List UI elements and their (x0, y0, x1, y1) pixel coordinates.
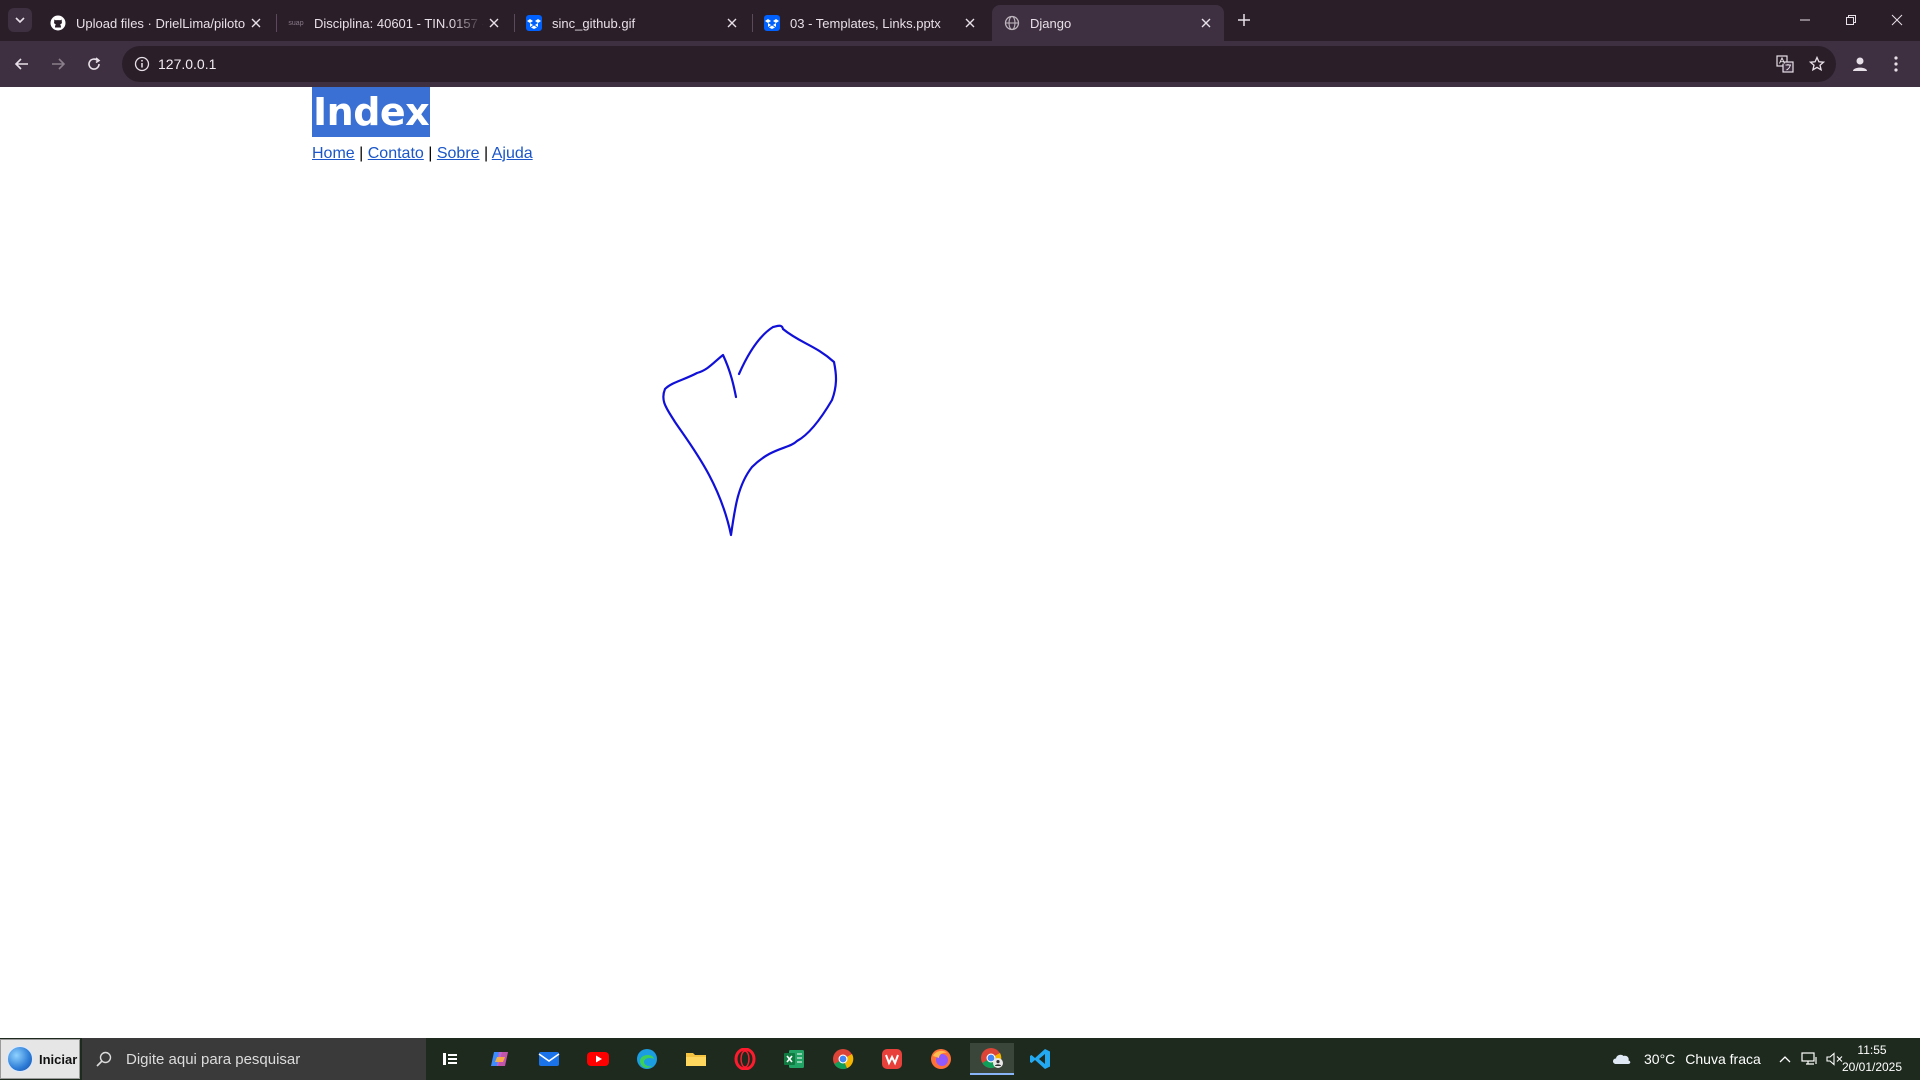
arrow-right-icon (52, 58, 66, 70)
drawn-stroke (662, 324, 838, 537)
minimize-icon (1800, 19, 1810, 21)
copilot-icon[interactable] (480, 1043, 520, 1075)
chevron-down-icon (15, 17, 25, 24)
chevron-up-icon[interactable] (1776, 1055, 1794, 1063)
taskbar-search[interactable]: Digite aqui para pesquisar (82, 1038, 426, 1080)
weather-desc: Chuva fraca (1685, 1051, 1761, 1067)
tab-title: 03 - Templates, Links.pptx (790, 15, 941, 31)
heart-drawing (662, 324, 838, 537)
cloud-rain-icon (1613, 1054, 1631, 1064)
network-icon[interactable] (1798, 1052, 1822, 1066)
tab-disciplina[interactable]: suap Disciplina: 40601 - TIN.0157 - P (276, 5, 512, 41)
weather-temp: 30°C (1644, 1051, 1676, 1067)
excel-icon[interactable] (774, 1043, 814, 1075)
opera-icon[interactable] (725, 1043, 765, 1075)
browser-toolbar: 127.0.0.1 (0, 41, 1920, 87)
tab-django[interactable]: Django (992, 5, 1224, 41)
firefox-icon[interactable] (921, 1043, 961, 1075)
close-icon[interactable] (484, 13, 504, 33)
search-icon (94, 1049, 114, 1069)
arrow-left-icon (14, 58, 28, 70)
tab-sinc-github[interactable]: sinc_github.gif (514, 5, 750, 41)
profile-button[interactable] (1846, 50, 1874, 78)
bookmark-star-icon[interactable] (1806, 53, 1828, 75)
close-icon[interactable] (246, 13, 266, 33)
edge-icon[interactable] (627, 1043, 667, 1075)
tab-title: Disciplina: 40601 - TIN.0157 - P (314, 15, 484, 31)
avatar-icon (1853, 57, 1867, 71)
close-window-button[interactable] (1874, 0, 1920, 40)
youtube-icon[interactable] (578, 1043, 618, 1075)
restore-icon (1846, 15, 1856, 25)
restore-button[interactable] (1828, 0, 1874, 40)
github-icon (50, 15, 66, 31)
clock-time: 11:55 (1857, 1043, 1887, 1057)
tray-icons (1776, 1038, 1846, 1080)
close-icon[interactable] (960, 13, 980, 33)
start-label: Iniciar (39, 1051, 78, 1067)
wps-icon[interactable] (872, 1043, 912, 1075)
chrome-profile-icon[interactable] (970, 1043, 1014, 1075)
search-placeholder: Digite aqui para pesquisar (126, 1050, 301, 1068)
plus-icon (1238, 14, 1250, 26)
close-icon[interactable] (1196, 13, 1216, 33)
minimize-button[interactable] (1782, 0, 1828, 40)
tab-strip: Upload files · DrielLima/piloto suap Dis… (0, 0, 1920, 41)
close-icon[interactable] (722, 13, 742, 33)
vscode-icon[interactable] (1020, 1043, 1060, 1075)
site-info-icon[interactable] (130, 52, 154, 76)
tab-upload-files[interactable]: Upload files · DrielLima/piloto (38, 5, 274, 41)
tab-search-button[interactable] (8, 8, 32, 32)
file-explorer-icon[interactable] (676, 1043, 716, 1075)
dropbox-icon (764, 15, 780, 31)
dropbox-icon (526, 15, 542, 31)
tab-templates-links[interactable]: 03 - Templates, Links.pptx (752, 5, 988, 41)
taskbar-clock[interactable]: 11:55 20/01/2025 (1838, 1042, 1906, 1076)
start-button[interactable]: Iniciar (0, 1039, 80, 1079)
address-bar[interactable]: 127.0.0.1 (122, 46, 1836, 82)
task-view-icon[interactable] (430, 1043, 470, 1075)
suap-icon: suap (288, 19, 304, 27)
tab-title: Upload files · DrielLima/piloto (76, 15, 246, 31)
kebab-menu-icon (1894, 56, 1898, 72)
chrome-icon[interactable] (823, 1043, 863, 1075)
back-button[interactable] (6, 48, 38, 80)
translate-icon[interactable] (1774, 53, 1796, 75)
reload-icon (88, 57, 101, 70)
reload-button[interactable] (78, 48, 110, 80)
tab-title: sinc_github.gif (552, 15, 636, 31)
browser-menu-button[interactable] (1882, 50, 1910, 78)
tab-title: Django (1030, 15, 1072, 31)
weather-widget[interactable]: 30°C Chuva fraca (1610, 1038, 1761, 1080)
clock-date: 20/01/2025 (1841, 1060, 1903, 1074)
forward-button[interactable] (42, 48, 74, 80)
web-page: Index Home | Contato | Sobre | Ajuda (0, 87, 1920, 1038)
windows-logo-icon (7, 1046, 33, 1072)
new-tab-button[interactable] (1232, 8, 1256, 32)
globe-icon (1004, 15, 1020, 31)
mail-icon[interactable] (529, 1043, 569, 1075)
taskbar: Iniciar Digite aqui para pesquisar 30°C … (0, 1038, 1920, 1080)
close-icon (1891, 14, 1903, 26)
url-text[interactable]: 127.0.0.1 (158, 56, 216, 72)
